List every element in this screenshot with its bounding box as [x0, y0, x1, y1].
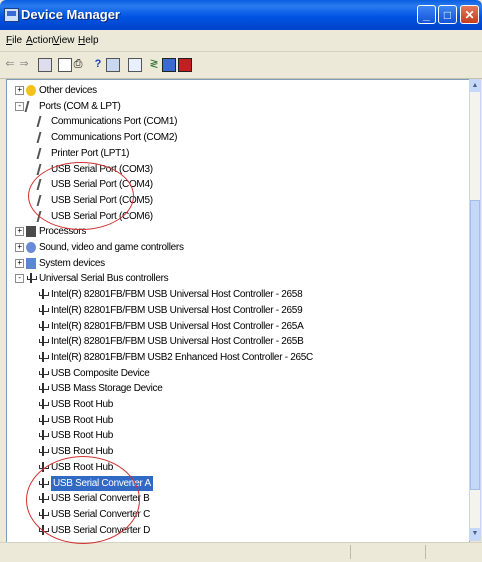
tree-item[interactable]: USB Root Hub — [7, 428, 467, 443]
usb-icon — [38, 320, 49, 331]
properties-icon[interactable] — [58, 58, 72, 72]
warning-icon — [26, 85, 36, 96]
menu-help[interactable]: Help — [78, 35, 99, 46]
port-connector-icon — [36, 147, 52, 159]
tree-item[interactable]: USB Mass Storage Device — [7, 381, 467, 396]
tree-item[interactable]: + System devices — [7, 256, 467, 271]
vertical-scrollbar[interactable]: ▲ ▼ — [469, 79, 481, 541]
window-title: Device Manager — [21, 7, 120, 22]
tree-item-label: Intel(R) 82801FB/FBM USB Universal Host … — [51, 304, 303, 316]
usb-icon — [38, 351, 49, 362]
tree-item-label: Printer Port (LPT1) — [51, 147, 130, 159]
tree-item[interactable]: Intel(R) 82801FB/FBM USB2 Enhanced Host … — [7, 350, 467, 365]
port-connector-icon — [36, 116, 52, 128]
tree-item-label: Other devices — [39, 85, 97, 96]
port-connector-icon — [36, 132, 52, 144]
tree-item[interactable]: - Universal Serial Bus controllers — [7, 271, 467, 286]
tree-item-label: Intel(R) 82801FB/FBM USB Universal Host … — [51, 336, 304, 348]
usb-icon — [38, 414, 49, 425]
menu-action[interactable]: Action — [26, 35, 54, 46]
minimize-button[interactable]: _ — [417, 5, 436, 24]
tree-item-label: Universal Serial Bus controllers — [39, 273, 169, 285]
tree-item[interactable]: USB Root Hub — [7, 397, 467, 412]
usb-icon — [38, 336, 49, 347]
tree-item[interactable]: + Sound, video and game controllers — [7, 240, 467, 255]
scroll-thumb[interactable] — [470, 200, 480, 490]
tree-item-label: Sound, video and game controllers — [39, 242, 184, 253]
collapse-icon[interactable]: - — [15, 101, 24, 111]
usb-icon — [38, 399, 49, 409]
tree-item-label: System devices — [39, 257, 105, 269]
help-icon[interactable]: ? — [92, 58, 104, 70]
maximize-button[interactable]: □ — [438, 5, 457, 24]
expand-icon[interactable]: + — [15, 227, 24, 237]
tree-item-label: USB Root Hub — [51, 399, 113, 410]
tree-item[interactable]: + Other devices — [7, 83, 467, 98]
usb-icon — [38, 289, 49, 300]
tree-item-label: USB Composite Device — [51, 367, 150, 379]
close-button[interactable]: ✕ — [460, 5, 479, 24]
update-driver-icon[interactable]: ≷ — [148, 58, 160, 70]
annotation-circle-converters — [26, 456, 140, 544]
tree-item[interactable]: - Ports (COM & LPT) — [7, 99, 467, 114]
tree-item-label: Ports (COM & LPT) — [39, 100, 121, 112]
usb-icon — [38, 367, 49, 378]
expand-icon[interactable]: + — [15, 258, 24, 268]
tree-item[interactable]: USB Root Hub — [7, 413, 467, 428]
menu-file[interactable]: File — [6, 35, 22, 46]
device-manager-icon — [4, 8, 19, 22]
status-bar — [0, 542, 482, 562]
tree-item[interactable]: USB Composite Device — [7, 366, 467, 381]
tree-item-label: Intel(R) 82801FB/FBM USB Universal Host … — [51, 289, 303, 301]
expand-icon[interactable]: + — [15, 243, 24, 252]
scan-hardware-icon[interactable] — [128, 58, 142, 72]
forward-arrow-icon[interactable]: ⇒ — [18, 58, 30, 70]
status-divider — [425, 545, 426, 559]
tree-item-label: USB Root Hub — [51, 430, 113, 442]
menu-bar: File Action View Help — [0, 30, 482, 52]
collapse-icon[interactable]: - — [15, 274, 24, 284]
sound-icon — [26, 242, 36, 253]
processor-icon — [26, 226, 36, 238]
tree-item[interactable]: Intel(R) 82801FB/FBM USB Universal Host … — [7, 303, 467, 318]
tree-item-label: Communications Port (COM2) — [51, 132, 178, 144]
tree-item-label: Intel(R) 82801FB/FBM USB2 Enhanced Host … — [51, 351, 313, 363]
back-arrow-icon[interactable]: ⇐ — [4, 58, 16, 70]
print-icon[interactable]: ⎙ — [72, 58, 84, 70]
console-tree-icon[interactable] — [38, 58, 52, 72]
system-icon — [26, 257, 36, 269]
usb-icon — [38, 304, 49, 315]
tree-item[interactable]: Communications Port (COM1) — [7, 114, 467, 129]
port-connector-icon — [24, 100, 40, 112]
scroll-up-button[interactable]: ▲ — [470, 80, 480, 92]
tree-item-label: Communications Port (COM1) — [51, 116, 178, 128]
disable-icon[interactable] — [178, 58, 192, 72]
tree-item[interactable]: Communications Port (COM2) — [7, 130, 467, 145]
tree-item[interactable]: Printer Port (LPT1) — [7, 146, 467, 161]
annotation-circle-ports — [28, 162, 134, 230]
menu-view[interactable]: View — [53, 35, 75, 46]
toolbar: ⇐ ⇒ ⎙ ? ≷ — [0, 52, 482, 79]
usb-icon — [38, 446, 49, 457]
tree-item[interactable]: Intel(R) 82801FB/FBM USB Universal Host … — [7, 287, 467, 302]
uninstall-icon[interactable] — [162, 58, 176, 72]
usb-icon — [38, 430, 49, 441]
tree-item-label: USB Mass Storage Device — [51, 383, 163, 395]
title-bar[interactable]: Device Manager _ □ ✕ — [0, 0, 482, 30]
device-manager-window: Device Manager _ □ ✕ File Action View He… — [0, 0, 482, 562]
usb-icon — [38, 383, 49, 394]
view-icon[interactable] — [106, 58, 120, 72]
tree-item[interactable]: Intel(R) 82801FB/FBM USB Universal Host … — [7, 319, 467, 334]
tree-item[interactable]: Intel(R) 82801FB/FBM USB Universal Host … — [7, 334, 467, 349]
tree-item-label: Intel(R) 82801FB/FBM USB Universal Host … — [51, 320, 304, 332]
tree-item-label: USB Root Hub — [51, 414, 113, 426]
usb-icon — [26, 273, 37, 284]
status-divider — [350, 545, 351, 559]
scroll-down-button[interactable]: ▼ — [470, 528, 480, 540]
expand-icon[interactable]: + — [15, 86, 24, 95]
